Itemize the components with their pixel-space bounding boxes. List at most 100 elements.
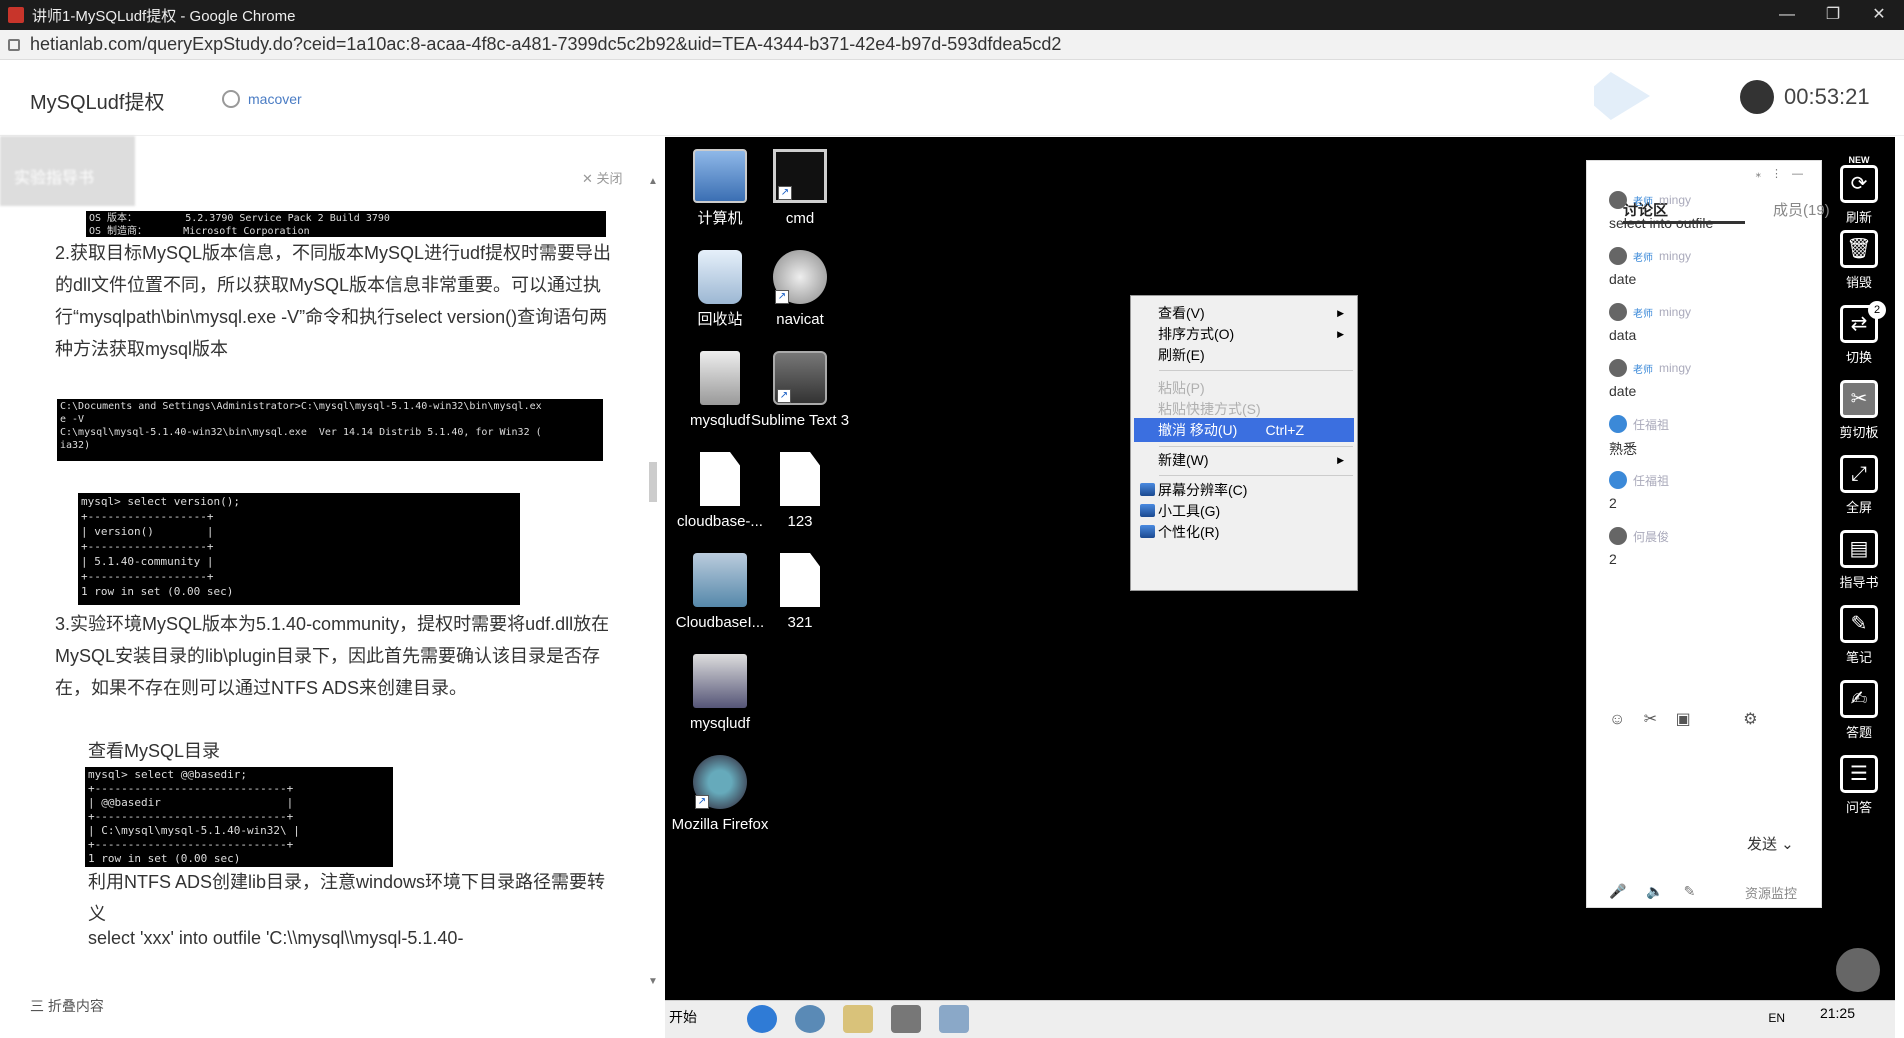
username[interactable]: macover [248, 91, 302, 107]
page-header: MySQLudf提权 macover 00:53:21 [0, 60, 1904, 136]
qa-icon: ☰ [1840, 755, 1878, 793]
terminal-basedir: mysql> select @@basedir; +--------------… [85, 767, 393, 867]
desktop-icon-label: Mozilla Firefox [671, 816, 769, 833]
resource-monitor-link[interactable]: 资源监控 [1745, 883, 1797, 902]
cmd-icon: ↗ [773, 149, 827, 203]
mute-icon[interactable]: ✎ [1684, 883, 1696, 899]
chat-window-controls[interactable]: ⁎⋮— [1756, 167, 1814, 180]
windows-taskbar: 开始 EN 21:25 [665, 1000, 1895, 1038]
guide-tab[interactable]: 实验指导书 [0, 136, 135, 206]
menu-item-undo-move[interactable]: 撤消 移动(U) Ctrl+Z [1134, 418, 1354, 442]
user-info[interactable]: macover [222, 90, 302, 108]
avatar [1609, 415, 1627, 433]
avatar [1609, 527, 1627, 545]
start-button[interactable]: 开始 [669, 1007, 697, 1027]
firefox-taskbar-icon[interactable] [795, 1005, 825, 1033]
menu-item-personalize[interactable]: 个性化(R) [1134, 520, 1354, 544]
chat-message: 老师 mingy date [1609, 247, 1692, 287]
brand-logo [1590, 68, 1680, 128]
trash-icon: 🗑 [1840, 230, 1878, 268]
switch-count-badge: 2 [1868, 301, 1886, 319]
sql-paragraph: select 'xxx' into outfile 'C:\\mysql\\my… [88, 928, 464, 948]
desktop-icon-navicat[interactable]: ↗ navicat [750, 250, 850, 330]
chat-bottom-bar: 🎤 🔈 ✎ 资源监控 [1609, 883, 1809, 902]
desktop-icon-mysqludf-app[interactable]: mysqludf [670, 654, 770, 734]
desktop-icon-321[interactable]: 321 [750, 553, 850, 633]
menu-separator [1159, 370, 1353, 371]
discussion-panel: ⁎⋮— 讨论区 成员(19) 老师 mingy select into outfil… [1586, 160, 1830, 908]
desktop-icon-label: 123 [787, 513, 813, 530]
scissors-icon[interactable]: ✂ [1644, 711, 1657, 728]
desktop-icon-123[interactable]: 123 [750, 452, 850, 532]
guide-scrollbar[interactable]: ▲ ▼ [646, 176, 660, 996]
chat-message: 老师 mingy data [1609, 303, 1692, 343]
menu-separator [1159, 475, 1353, 476]
experiment-timer: 00:53:21 [1740, 80, 1870, 114]
tool-guidebook[interactable]: ▤ 指导书 [1824, 530, 1894, 591]
explorer-taskbar-icon[interactable] [843, 1005, 873, 1033]
address-bar[interactable]: hetianlab.com/queryExpStudy.do?ceid=1a10… [0, 30, 1904, 60]
browser-title-bar: 讲师1-MySQLudf提权 - Google Chrome — ❐ ✕ [0, 0, 1904, 30]
tool-answer[interactable]: ✍ 答题 [1824, 680, 1894, 741]
menu-item-refresh[interactable]: 刷新(E) [1134, 343, 1354, 367]
close-window-button[interactable]: ✕ [1856, 0, 1902, 30]
ie-taskbar-icon[interactable] [747, 1005, 777, 1033]
microphone-icon[interactable]: 🎤 [1609, 883, 1626, 899]
minimize-button[interactable]: — [1764, 0, 1810, 30]
desktop-icon-label: mysqludf [689, 412, 751, 429]
desktop-icon-label: Sublime Text 3 [750, 412, 850, 429]
taskbar-clock[interactable]: 21:25 [1820, 1005, 1855, 1021]
tool-destroy[interactable]: 🗑 销毁 [1824, 230, 1894, 291]
book-icon: ▤ [1840, 530, 1878, 568]
menu-separator [1159, 446, 1353, 447]
answer-icon: ✍ [1840, 680, 1878, 718]
clipboard-icon: ✂ [1840, 380, 1878, 418]
menu-item-new[interactable]: 新建(W) ▶ [1134, 448, 1354, 472]
tool-fullscreen[interactable]: ⤢ 全屏 [1824, 455, 1894, 516]
tool-switch[interactable]: ⇄ 2 切换 [1824, 301, 1894, 366]
avatar [1609, 247, 1627, 265]
fold-content-button[interactable]: 三 折叠内容 [0, 990, 665, 1020]
scrollbar-thumb[interactable] [649, 462, 657, 502]
tool-refresh[interactable]: NEW ⟳ 刷新 [1824, 155, 1894, 226]
emoji-icon[interactable]: ☺ [1609, 711, 1625, 728]
desktop-icon-label: navicat [776, 311, 824, 328]
desktop-icon-label: 回收站 [697, 311, 743, 328]
image-icon[interactable]: ▣ [1676, 711, 1691, 728]
desktop-icon-label: cmd [785, 210, 815, 227]
desktop-icon-label: 计算机 [697, 210, 743, 227]
avatar [1609, 191, 1627, 209]
chat-message: 老师 mingy date [1609, 359, 1692, 399]
clock-icon [1740, 80, 1774, 114]
close-guide-button[interactable]: ✕ 关闭 [582, 168, 623, 187]
restore-button[interactable]: ❐ [1810, 0, 1856, 30]
language-indicator[interactable]: EN [1768, 1011, 1785, 1025]
desktop-icon-cmd[interactable]: ↗ cmd [750, 149, 850, 229]
new-badge: NEW [1848, 155, 1870, 165]
desktop-icon-firefox[interactable]: ↗ Mozilla Firefox [670, 755, 770, 835]
ntfs-paragraph: 利用NTFS ADS创建lib目录，注意windows环境下目录路径需要转义 [88, 872, 606, 924]
tool-qa[interactable]: ☰ 问答 [1824, 755, 1894, 816]
firefox-icon: ↗ [693, 755, 747, 809]
app-taskbar-icon[interactable] [939, 1005, 969, 1033]
tool-notes[interactable]: ✎ 笔记 [1824, 605, 1894, 666]
tool-clipboard[interactable]: ✂ 剪切板 [1824, 380, 1894, 441]
avatar [1609, 359, 1627, 377]
folder-icon [700, 351, 740, 405]
terminal-select-version: mysql> select version(); +--------------… [78, 493, 520, 605]
media-taskbar-icon[interactable] [891, 1005, 921, 1033]
settings-icon[interactable]: ⚙ [1743, 711, 1757, 728]
sublime-icon: ↗ [773, 351, 827, 405]
avatar [1609, 471, 1627, 489]
speaker-icon[interactable]: 🔈 [1646, 883, 1663, 899]
chat-message: 任福祖 2 [1609, 471, 1809, 511]
installer-icon [693, 553, 747, 607]
desktop-icon-sublime[interactable]: ↗ Sublime Text 3 [750, 351, 850, 431]
floating-assist-button[interactable] [1836, 948, 1880, 992]
send-button[interactable]: 发送 ⌄ [1747, 833, 1794, 854]
chat-message: 任福祖 熟悉 [1609, 415, 1809, 459]
recycle-bin-icon [698, 250, 742, 304]
mysql-icon [693, 654, 747, 708]
guide-panel: 实验指导书 ✕ 关闭 OS 版本： 5.2.3790 Service Pack … [0, 136, 665, 1016]
url-text[interactable]: hetianlab.com/queryExpStudy.do?ceid=1a10… [30, 34, 1061, 55]
